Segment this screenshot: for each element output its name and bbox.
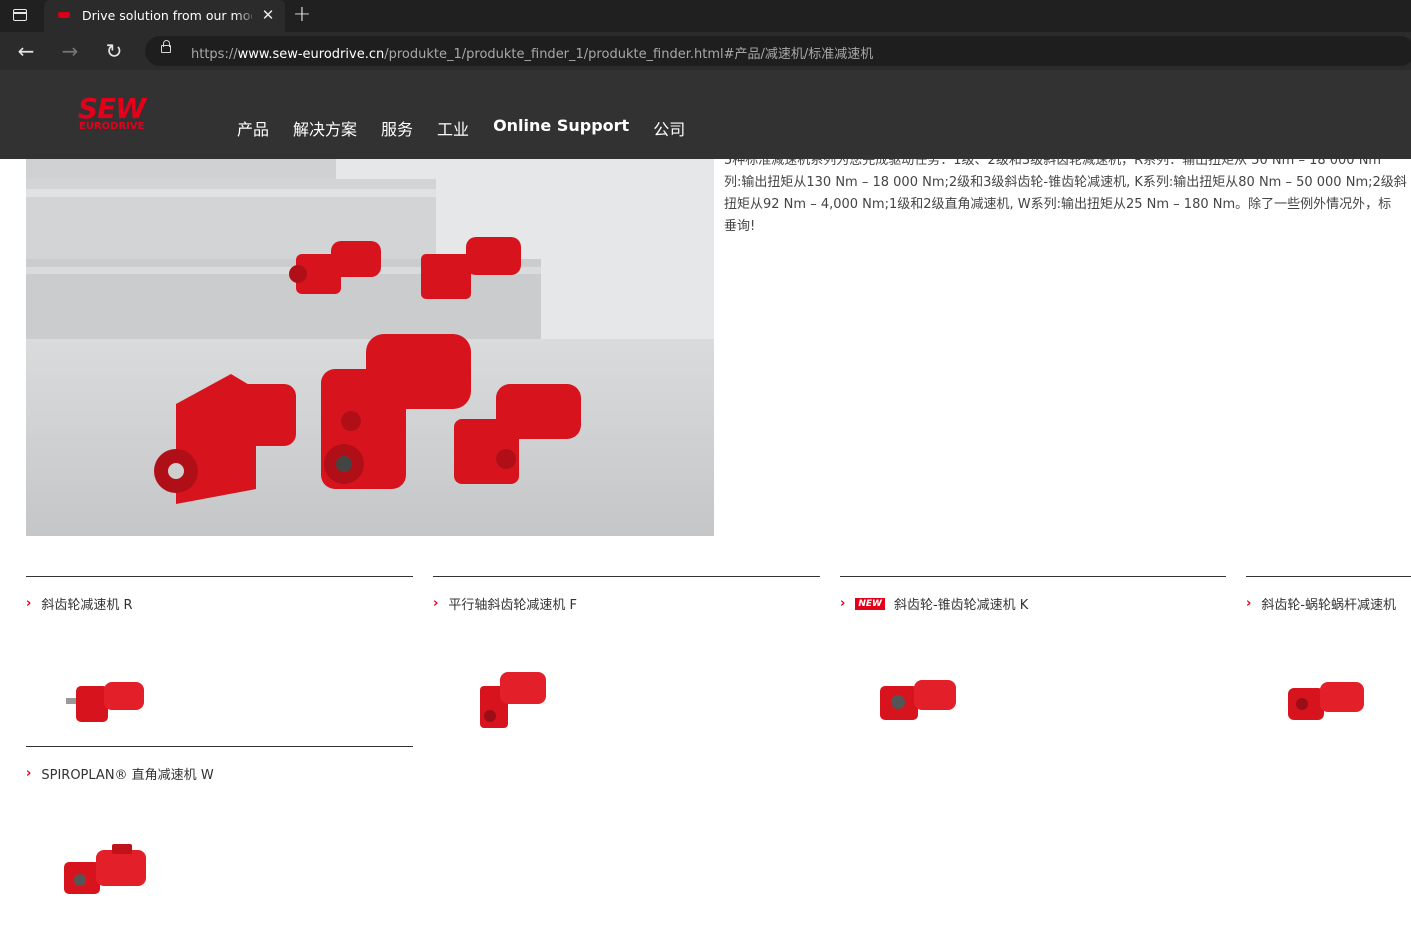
main-navigation: 产品 解决方案 服务 工业 Online Support 公司 bbox=[237, 116, 709, 140]
new-badge: NEW bbox=[855, 597, 885, 610]
nav-item-products[interactable]: 产品 bbox=[237, 116, 269, 140]
back-arrow-icon[interactable]: ← bbox=[13, 38, 39, 64]
hero-gear-units-image bbox=[26, 159, 714, 536]
site-header: SEW EURODRIVE 产品 解决方案 服务 工业 Online Suppo… bbox=[0, 70, 1411, 159]
forward-arrow-icon[interactable]: → bbox=[57, 38, 83, 64]
close-tab-icon[interactable]: ✕ bbox=[259, 6, 277, 24]
tab-title: Drive solution from our modular bbox=[82, 8, 252, 23]
chevron-right-icon: › bbox=[1246, 596, 1252, 611]
product-link-f[interactable]: › 平行轴斜齿轮减速机 F bbox=[433, 594, 577, 613]
chevron-right-icon: › bbox=[26, 766, 32, 781]
chevron-right-icon: › bbox=[433, 596, 439, 611]
helical-bevel-gear-unit-image bbox=[880, 680, 956, 720]
sew-eurodrive-logo[interactable]: SEW EURODRIVE bbox=[78, 95, 160, 135]
nav-item-solutions[interactable]: 解决方案 bbox=[293, 116, 357, 140]
tab-actions-icon[interactable] bbox=[13, 9, 27, 21]
product-card-w[interactable]: › SPIROPLAN® 直角减速机 W bbox=[26, 746, 413, 906]
nav-item-services[interactable]: 服务 bbox=[381, 116, 413, 140]
product-link-w[interactable]: › SPIROPLAN® 直角减速机 W bbox=[26, 764, 214, 783]
reload-icon[interactable]: ↻ bbox=[101, 38, 127, 64]
product-card-f[interactable]: › 平行轴斜齿轮减速机 F bbox=[433, 576, 820, 736]
sew-favicon-icon bbox=[58, 12, 70, 18]
nav-item-company[interactable]: 公司 bbox=[653, 116, 685, 140]
chevron-right-icon: › bbox=[26, 596, 32, 611]
nav-item-industries[interactable]: 工业 bbox=[437, 116, 469, 140]
browser-tab-strip: Drive solution from our modular ✕ + bbox=[0, 0, 1411, 32]
helical-worm-gear-unit-image bbox=[1288, 682, 1364, 720]
product-link-s[interactable]: › 斜齿轮-蜗轮蜗杆减速机 bbox=[1246, 594, 1396, 613]
product-link-r[interactable]: › 斜齿轮减速机 R bbox=[26, 594, 133, 613]
address-bar[interactable]: https://www.sew-eurodrive.cn/produkte_1/… bbox=[145, 36, 1411, 66]
product-link-k[interactable]: › NEW 斜齿轮-锥齿轮减速机 K bbox=[840, 594, 1028, 613]
helical-gear-unit-image bbox=[66, 682, 144, 722]
new-tab-icon[interactable]: + bbox=[292, 4, 312, 26]
product-card-k[interactable]: › NEW 斜齿轮-锥齿轮减速机 K bbox=[840, 576, 1227, 736]
parallel-shaft-gear-unit-image bbox=[480, 672, 546, 728]
product-card-r[interactable]: › 斜齿轮减速机 R bbox=[26, 576, 413, 736]
spiroplan-gear-unit-image bbox=[64, 844, 146, 894]
chevron-right-icon: › bbox=[840, 596, 846, 611]
intro-text: 5种标准减速机系列为您完成驱动任务：1级、2级和3级斜齿轮减速机，R系列：输出扭… bbox=[724, 153, 1407, 234]
lock-icon[interactable] bbox=[161, 40, 171, 53]
url-text[interactable]: https://www.sew-eurodrive.cn/produkte_1/… bbox=[191, 43, 873, 62]
browser-toolbar: ← → ↻ https://www.sew-eurodrive.cn/produ… bbox=[0, 32, 1411, 70]
browser-tab-active[interactable]: Drive solution from our modular ✕ bbox=[44, 0, 285, 32]
nav-item-online-support[interactable]: Online Support bbox=[493, 116, 629, 140]
product-card-s[interactable]: › 斜齿轮-蜗轮蜗杆减速机 bbox=[1246, 576, 1411, 736]
